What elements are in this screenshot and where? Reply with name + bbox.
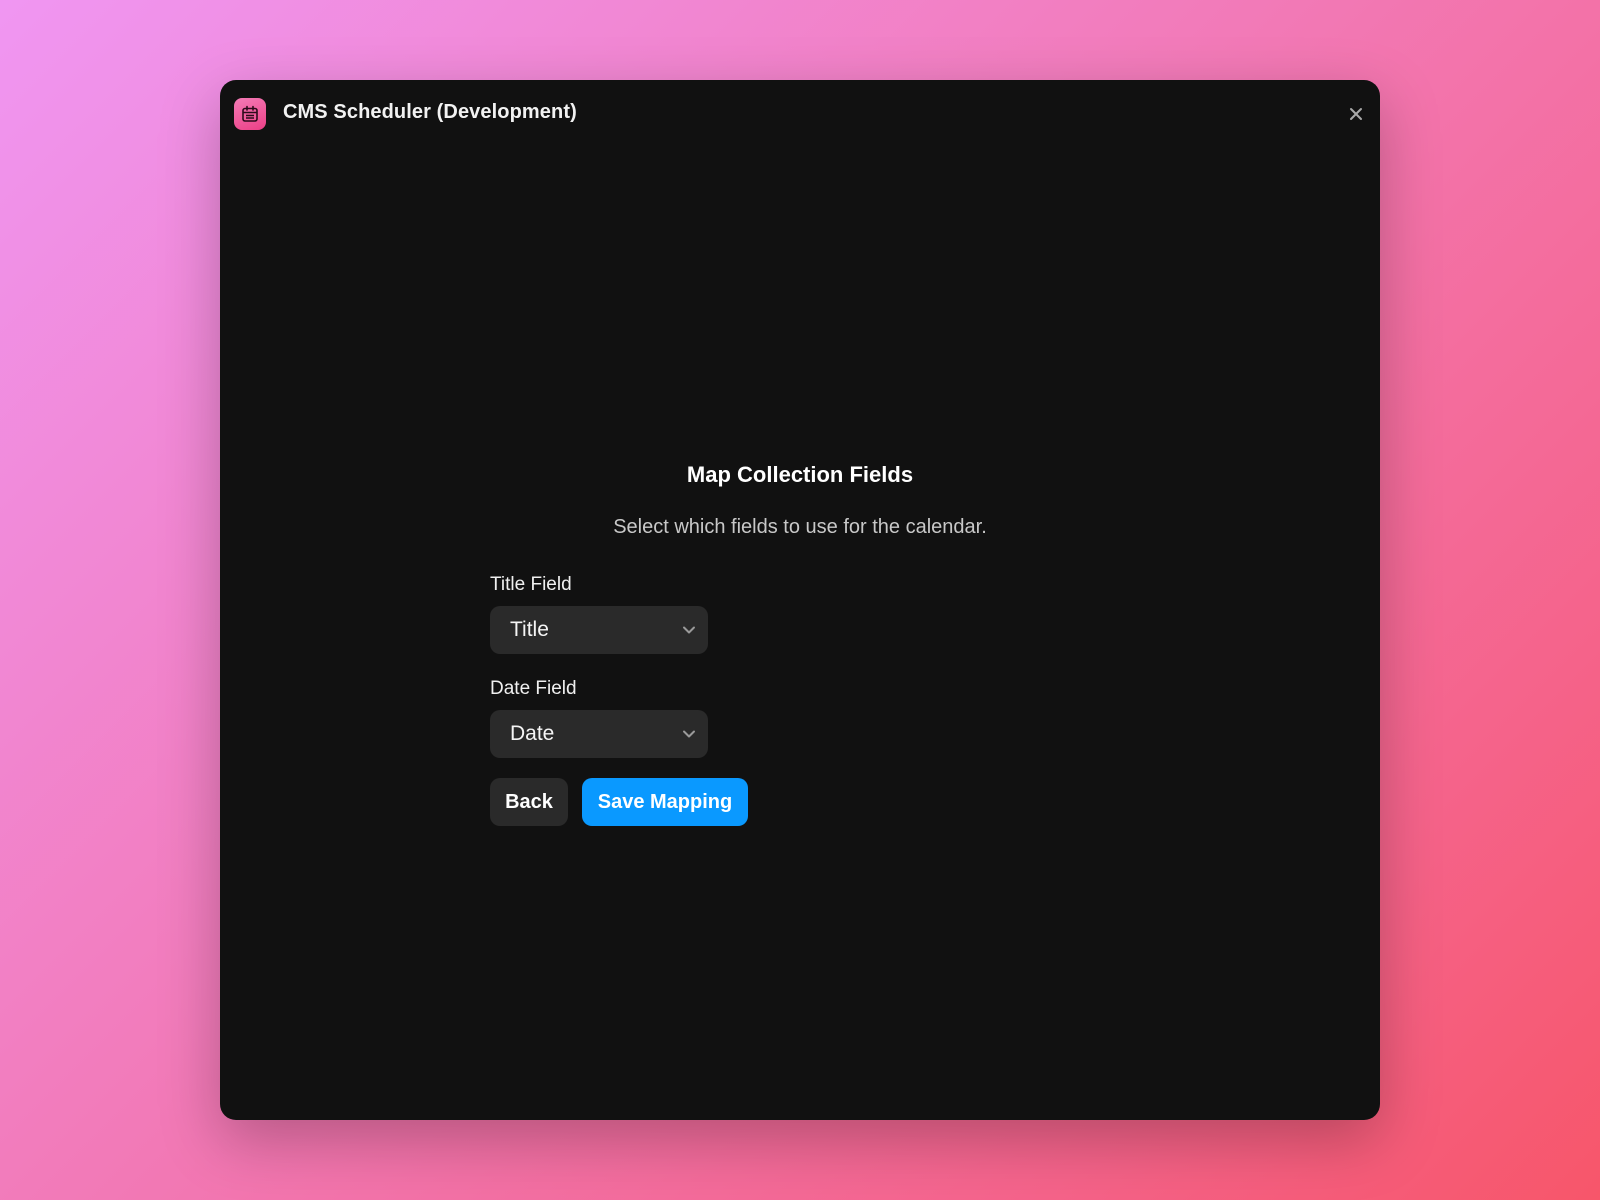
date-field-value: Date <box>510 722 555 745</box>
page-title: Map Collection Fields <box>686 462 914 487</box>
title-field-select[interactable]: Title <box>490 606 708 654</box>
date-field-select[interactable]: Date <box>490 710 708 758</box>
mapping-form: Map Collection Fields Select which field… <box>220 80 1380 1120</box>
save-mapping-button[interactable]: Save Mapping <box>582 778 748 826</box>
app-window: CMS Scheduler (Development) Map Collecti… <box>220 80 1380 1120</box>
title-field-value: Title <box>510 618 549 641</box>
date-field-label: Date Field <box>490 678 577 699</box>
chevron-down-icon <box>683 730 695 738</box>
title-field-label: Title Field <box>490 574 572 595</box>
page-subtitle: Select which fields to use for the calen… <box>613 516 987 538</box>
chevron-down-icon <box>683 626 695 634</box>
back-button[interactable]: Back <box>490 778 568 826</box>
